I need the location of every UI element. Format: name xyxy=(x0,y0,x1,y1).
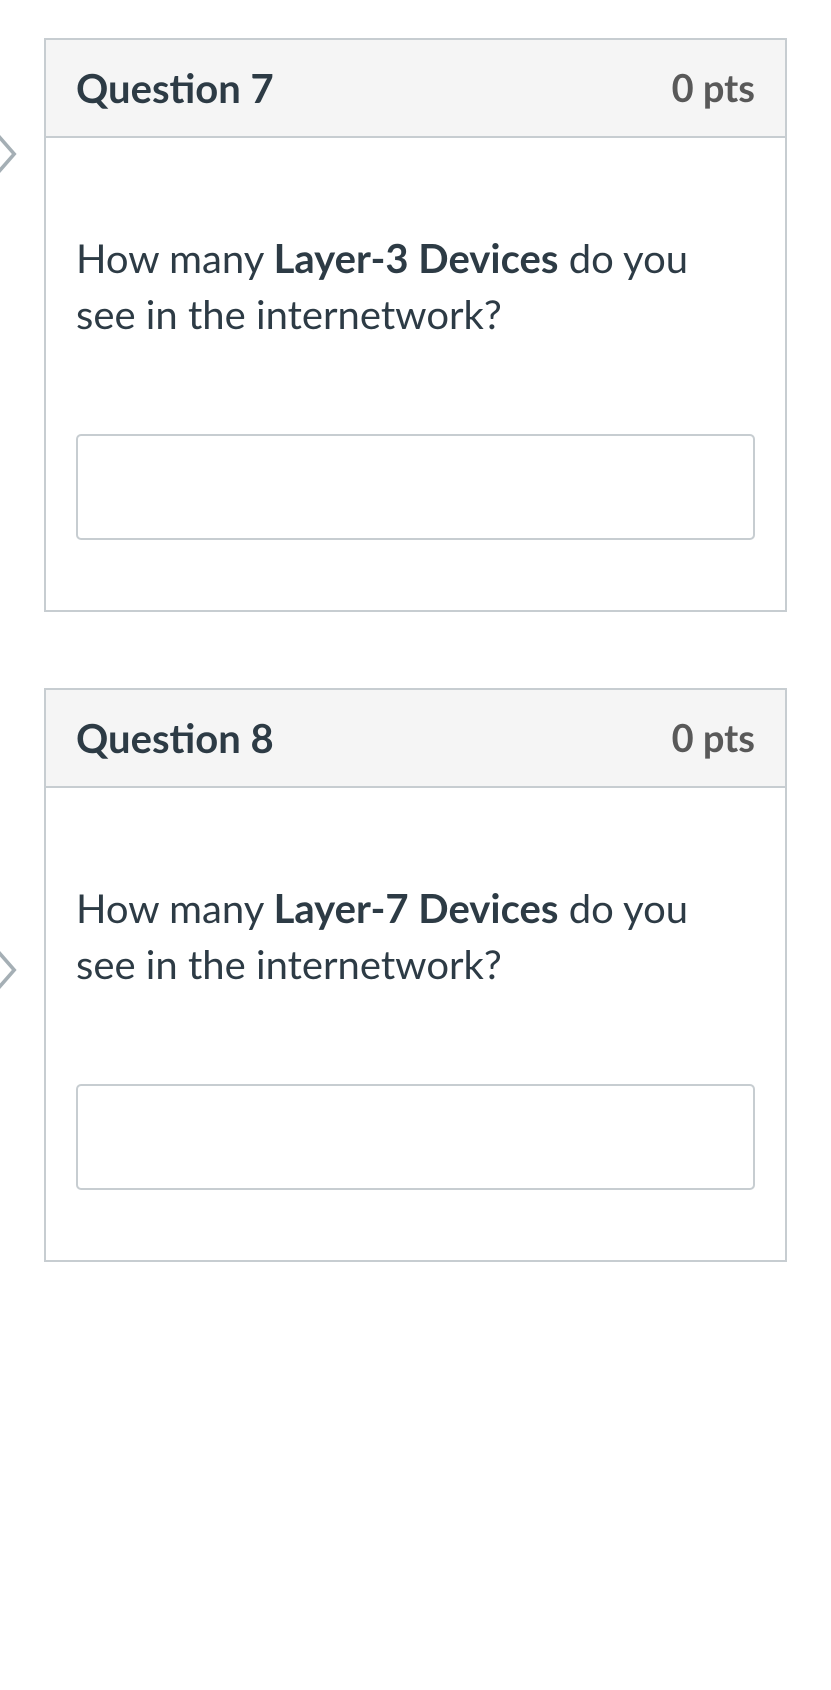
prompt-bold: Layer-3 Devices xyxy=(274,234,559,282)
question-prompt: How many Layer-7 Devices do you see in t… xyxy=(76,880,755,992)
question-body: How many Layer-7 Devices do you see in t… xyxy=(46,788,785,1260)
question-points: 0 pts xyxy=(672,65,755,111)
answer-input[interactable] xyxy=(76,1084,755,1190)
next-arrow-icon[interactable] xyxy=(0,946,22,1000)
next-arrow-icon[interactable] xyxy=(0,130,22,184)
prompt-prefix: How many xyxy=(76,884,274,932)
prompt-bold: Layer-7 Devices xyxy=(274,884,559,932)
question-points: 0 pts xyxy=(672,715,755,761)
question-title: Question 8 xyxy=(76,714,274,762)
question-body: How many Layer-3 Devices do you see in t… xyxy=(46,138,785,610)
question-card: Question 7 0 pts How many Layer-3 Device… xyxy=(44,38,787,612)
question-header: Question 7 0 pts xyxy=(46,40,785,138)
question-card: Question 8 0 pts How many Layer-7 Device… xyxy=(44,688,787,1262)
question-title: Question 7 xyxy=(76,64,274,112)
prompt-prefix: How many xyxy=(76,234,274,282)
question-header: Question 8 0 pts xyxy=(46,690,785,788)
answer-input[interactable] xyxy=(76,434,755,540)
question-prompt: How many Layer-3 Devices do you see in t… xyxy=(76,230,755,342)
